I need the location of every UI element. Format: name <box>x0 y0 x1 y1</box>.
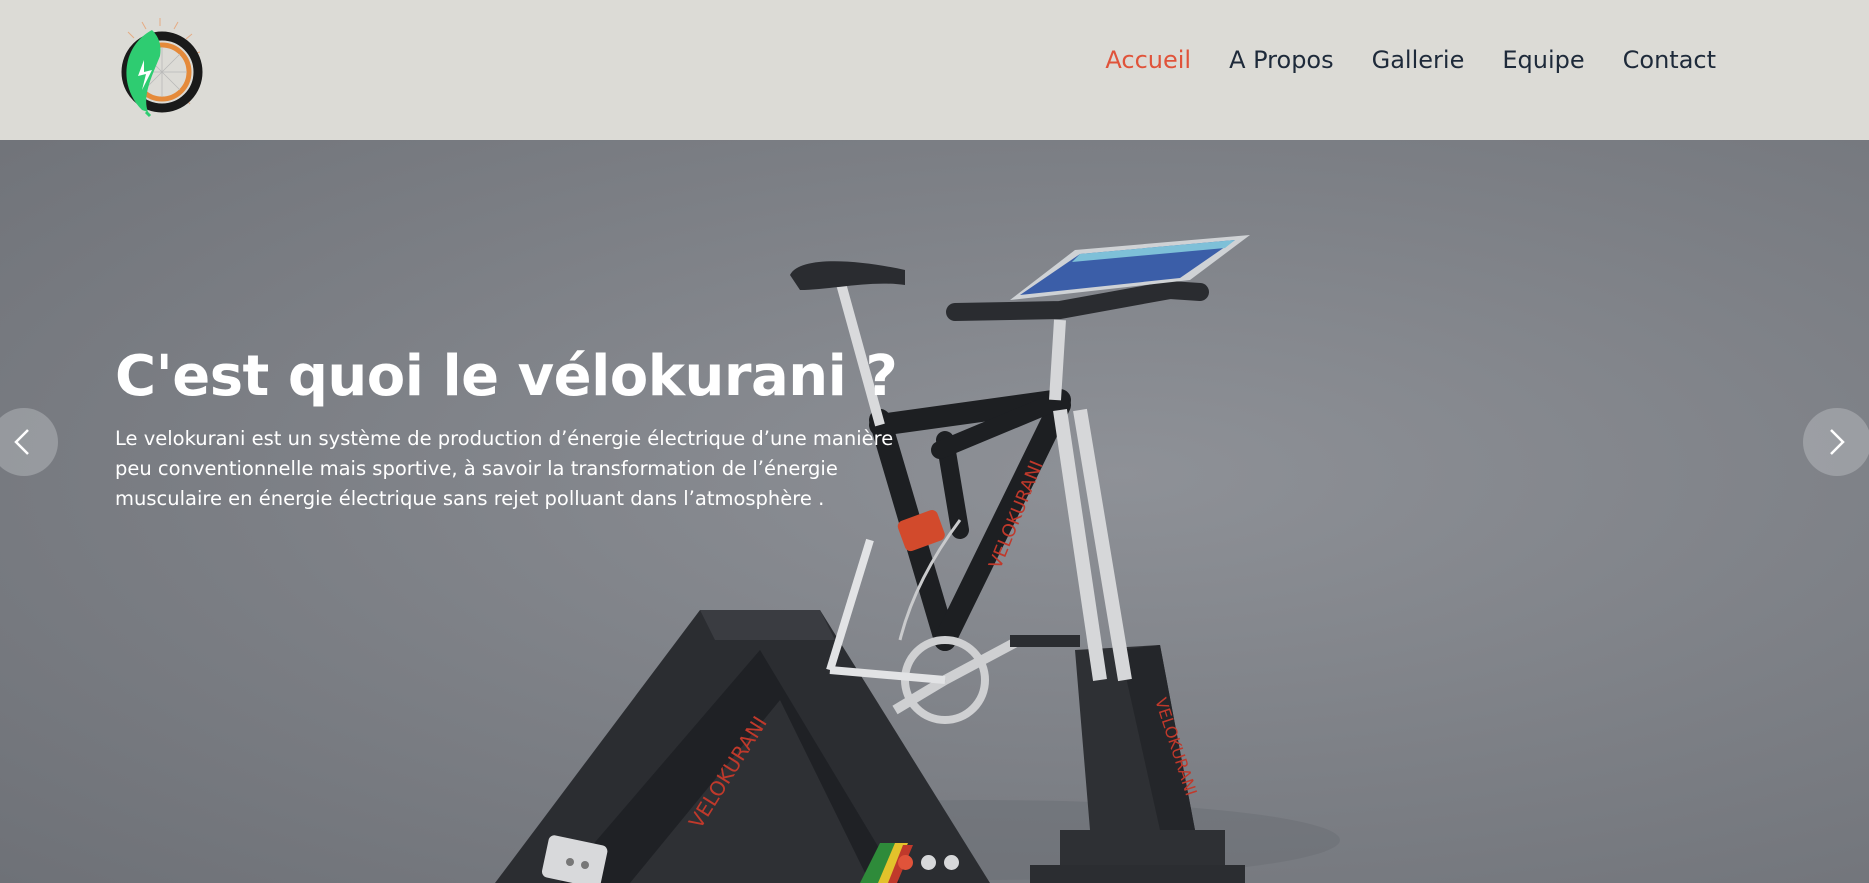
nav-item-gallerie[interactable]: Gallerie <box>1353 46 1484 74</box>
nav-item-equipe[interactable]: Equipe <box>1483 46 1603 74</box>
slide-indicator-2[interactable] <box>921 855 936 870</box>
nav-item-a-propos[interactable]: A Propos <box>1210 46 1353 74</box>
hero-text: Le velokurani est un système de producti… <box>115 426 894 510</box>
hero-title: C'est quoi le vélokurani ? <box>115 344 898 409</box>
nav-item-contact[interactable]: Contact <box>1604 46 1735 74</box>
slider-next-button[interactable] <box>1803 408 1869 476</box>
hero-caption: C'est quoi le vélokurani ? Le velokurani… <box>115 346 935 514</box>
chevron-right-icon <box>1830 429 1845 455</box>
slider-indicators <box>898 855 959 870</box>
nav-item-accueil[interactable]: Accueil <box>1086 46 1210 74</box>
main-nav: Accueil A Propos Gallerie Equipe Contact <box>1086 46 1735 74</box>
hero-slider: VELOKURANI VELOKURANI VELOKURANI C'est q… <box>0 140 1869 883</box>
leaf-bicycle-wheel-logo-icon <box>121 18 203 118</box>
site-header: Accueil A Propos Gallerie Equipe Contact <box>0 0 1869 140</box>
chevron-left-icon <box>14 429 29 455</box>
slider-prev-button[interactable] <box>0 408 58 476</box>
slide-indicator-1[interactable] <box>898 855 913 870</box>
site-logo[interactable] <box>112 16 208 120</box>
slide-indicator-3[interactable] <box>944 855 959 870</box>
